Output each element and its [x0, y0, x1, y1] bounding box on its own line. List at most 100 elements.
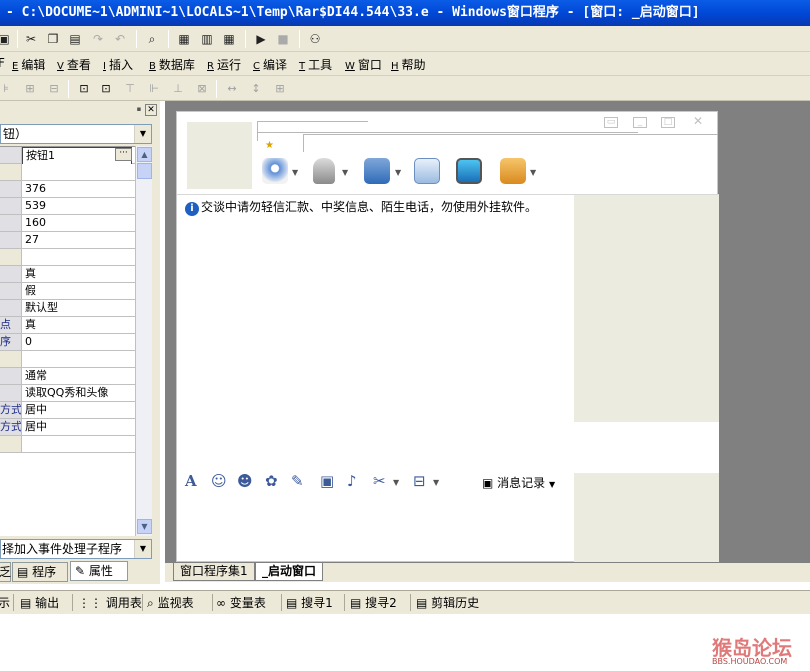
align-bottom-icon[interactable]: ⊥ [168, 79, 188, 98]
chevron-down-icon[interactable]: ▼ [342, 168, 348, 177]
scroll-up-icon[interactable]: ▲ [137, 147, 152, 162]
property-row[interactable] [0, 164, 135, 181]
remote-desktop-icon[interactable] [456, 158, 482, 184]
property-row[interactable]: 160 [0, 215, 135, 232]
menu-item-compile[interactable]: C 编译 [253, 56, 287, 73]
tab-call-stack[interactable]: ⋮⋮ 调用表 [78, 594, 142, 611]
same-height-icon[interactable]: ↕ [246, 79, 266, 98]
property-row[interactable]: 方式 居中 [0, 419, 135, 436]
align-middle-icon[interactable]: ⊩ [144, 79, 164, 98]
find-icon[interactable]: ⌕ [142, 29, 162, 49]
center-horizontal-icon[interactable]: ⊡ [74, 79, 94, 98]
menu-item-file-fragment[interactable]: F [0, 56, 5, 70]
align-right-icon[interactable]: ⊟ [44, 79, 64, 98]
property-value[interactable]: 读取QQ秀和头像 [25, 385, 108, 401]
property-row[interactable]: 27 [0, 232, 135, 249]
cut-icon[interactable]: ✂ [21, 29, 41, 49]
menu-item-window[interactable]: W 窗口 [345, 56, 382, 73]
align-center-icon[interactable]: ⊞ [20, 79, 40, 98]
menu-item-run[interactable]: R 运行 [207, 56, 241, 73]
property-value[interactable]: 居中 [25, 402, 47, 418]
app-box-icon[interactable] [500, 158, 526, 184]
scroll-down-icon[interactable]: ▼ [137, 519, 152, 534]
stop-icon[interactable]: ■ [273, 29, 293, 49]
menu-item-help[interactable]: H 帮助 [391, 56, 426, 73]
microphone-icon[interactable] [313, 158, 335, 184]
property-value[interactable]: 27 [25, 232, 39, 248]
align-left-icon[interactable]: ⊧ [0, 79, 16, 98]
tab-window-class[interactable]: 窗口程序集1 [173, 563, 255, 581]
property-value[interactable]: 539 [25, 198, 46, 214]
property-scrollbar[interactable]: ▲ ▼ [135, 146, 152, 536]
debug-binoculars-icon[interactable]: ⚇ [305, 29, 325, 49]
chevron-down-icon[interactable]: ▼ [395, 168, 401, 177]
space-evenly-icon[interactable]: ⊠ [192, 79, 212, 98]
copy-icon[interactable]: ❐ [43, 29, 63, 49]
chevron-down-icon[interactable]: ▼ [292, 168, 298, 177]
property-row[interactable] [0, 249, 135, 266]
property-value[interactable]: 160 [25, 215, 46, 231]
property-row[interactable]: 假 [0, 283, 135, 300]
close-icon[interactable]: ✕ [145, 104, 157, 116]
redo-icon[interactable]: ↷ [88, 29, 108, 49]
emoticon-icon[interactable]: ☺ [211, 472, 227, 490]
magic-face-icon[interactable]: ☻ [237, 472, 253, 490]
tab-variables[interactable]: ∞ 变量表 [216, 594, 266, 611]
property-row[interactable]: 默认型 [0, 300, 135, 317]
property-row[interactable]: 539 [0, 198, 135, 215]
chevron-down-icon[interactable]: ▼ [393, 478, 399, 487]
tab-properties[interactable]: ✎ 属性 [70, 561, 128, 581]
music-icon[interactable]: ♪ [347, 472, 357, 490]
image-icon[interactable]: ▣ [320, 472, 334, 490]
pin-icon[interactable]: ▪ [133, 104, 145, 116]
tab-tips[interactable]: 示 [0, 594, 10, 611]
run-icon[interactable]: ▶ [251, 29, 271, 49]
chevron-down-icon[interactable]: ▼ [530, 168, 536, 177]
same-width-icon[interactable]: ↔ [222, 79, 242, 98]
property-row[interactable] [0, 351, 135, 368]
file-transfer-icon[interactable] [364, 158, 390, 184]
layout-split-icon[interactable]: ▥ [197, 29, 217, 49]
sms-icon[interactable] [414, 158, 440, 184]
chevron-down-icon[interactable]: ▼ [433, 478, 439, 487]
property-value[interactable]: 真 [25, 317, 36, 333]
property-row[interactable]: 通常 [0, 368, 135, 385]
tab-watch[interactable]: ⌕ 监视表 [147, 594, 194, 611]
ellipsis-button[interactable]: ··· [115, 148, 132, 161]
menu-item-database[interactable]: B 数据库 [149, 56, 195, 73]
maximize-icon[interactable]: □ [661, 117, 675, 128]
chevron-down-icon[interactable]: ▼ [134, 540, 151, 558]
align-top-icon[interactable]: ⊤ [120, 79, 140, 98]
property-value[interactable]: 0 [25, 334, 32, 350]
close-icon[interactable]: ✕ [691, 115, 705, 128]
component-combo[interactable]: 钮） ▼ [0, 124, 152, 144]
property-row[interactable]: 按钮1 ··· [0, 147, 135, 165]
center-vertical-icon[interactable]: ⊡ [96, 79, 116, 98]
property-row[interactable]: 读取QQ秀和头像 [0, 385, 135, 402]
property-value[interactable]: 通常 [25, 368, 47, 384]
property-row[interactable]: 376 [0, 181, 135, 198]
menu-item-edit[interactable]: E 编辑 [12, 56, 45, 73]
menu-item-insert[interactable]: I 插入 [103, 56, 133, 73]
tab-program[interactable]: ▤ 程序 [12, 562, 68, 582]
font-icon[interactable]: A [185, 472, 197, 490]
window-skin-icon[interactable]: ▭ [604, 117, 618, 128]
toolbox-icon[interactable]: ⊟ [413, 472, 426, 490]
property-row[interactable] [0, 436, 135, 453]
property-value[interactable]: 默认型 [25, 300, 58, 316]
qq-chat-form[interactable]: ★ ▭ _ □ ✕ ▼ ▼ ▼ ▼ i 交谈中请勿轻信汇款、中奖信息、陌生电话，勿… [176, 111, 719, 563]
property-row[interactable]: 序0 [0, 334, 135, 351]
layout-grid-icon[interactable]: ▦ [219, 29, 239, 49]
save-icon[interactable]: ▣ [0, 29, 14, 49]
property-value[interactable]: 376 [25, 181, 46, 197]
tab-clip-history[interactable]: ▤ 剪辑历史 [416, 594, 479, 611]
tab-output[interactable]: ▤ 输出 [20, 594, 59, 611]
chevron-down-icon[interactable]: ▼ [134, 125, 151, 143]
property-row[interactable]: 真 [0, 266, 135, 283]
minimize-icon[interactable]: _ [633, 117, 647, 128]
property-value[interactable]: 假 [25, 283, 36, 299]
tab-startup-window[interactable]: _启动窗口 [255, 563, 324, 581]
paste-icon[interactable]: ▤ [65, 29, 85, 49]
property-row[interactable]: 点真 [0, 317, 135, 334]
scribble-icon[interactable]: ✿ [265, 472, 278, 490]
